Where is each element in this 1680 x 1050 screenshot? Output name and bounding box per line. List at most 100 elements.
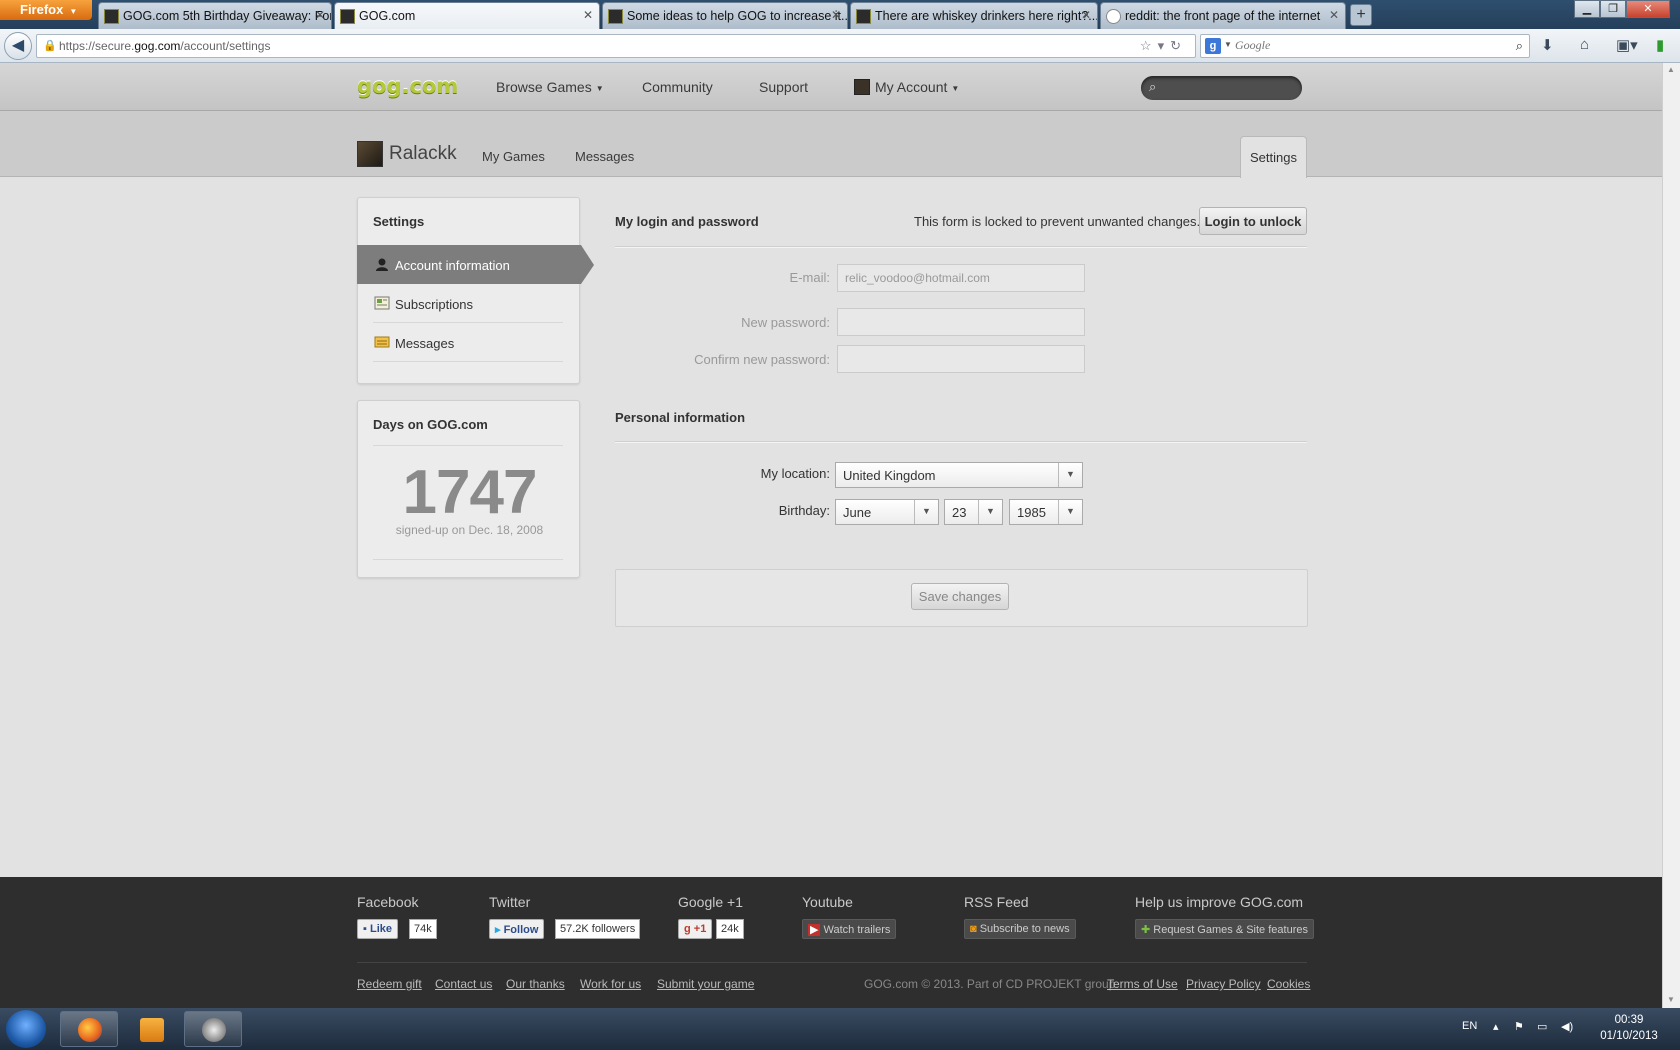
footer-link-our-thanks[interactable]: Our thanks: [506, 977, 565, 991]
login-to-unlock-button[interactable]: Login to unlock: [1199, 207, 1307, 235]
footer-link-work-for-us[interactable]: Work for us: [580, 977, 641, 991]
browser-search-box[interactable]: g ▼ ⌕: [1200, 34, 1530, 58]
url-path: /account/settings: [180, 39, 271, 53]
google-engine-icon[interactable]: g: [1205, 38, 1221, 54]
location-select[interactable]: United Kingdom ▼: [835, 462, 1083, 488]
signal-bars-icon[interactable]: ▮: [1656, 36, 1664, 54]
home-icon[interactable]: ⌂: [1580, 36, 1589, 53]
firefox-menu-button[interactable]: Firefox ▼: [0, 0, 92, 20]
show-hidden-icons-icon[interactable]: ▴: [1493, 1020, 1499, 1033]
divider: [373, 445, 563, 446]
user-avatar[interactable]: [357, 141, 383, 167]
address-bar[interactable]: 🔒 https://secure.gog.com/account/setting…: [36, 34, 1196, 58]
bookmark-star-icon[interactable]: ☆▾↻: [1140, 38, 1187, 54]
browser-search-input[interactable]: [1235, 38, 1505, 53]
gog-logo[interactable]: gog.com: [357, 74, 458, 98]
windows-start-button[interactable]: [6, 1010, 46, 1048]
google-plus-one-button[interactable]: g +1: [678, 919, 713, 939]
subnav-messages[interactable]: Messages: [575, 149, 634, 164]
maximize-window-button[interactable]: ❐: [1600, 0, 1626, 18]
site-footer: Facebook ▪ Like 74k Twitter ▸ Follow 57.…: [0, 877, 1662, 1008]
username[interactable]: Ralackk: [389, 143, 457, 165]
sidebar-item-account-information[interactable]: Account information: [357, 245, 594, 284]
tab-settings[interactable]: Settings: [1240, 136, 1307, 178]
media-player-icon: [140, 1018, 164, 1042]
language-indicator[interactable]: EN: [1462, 1020, 1477, 1032]
minimize-window-button[interactable]: ▁: [1574, 0, 1600, 18]
back-arrow-icon[interactable]: ◀: [4, 32, 32, 60]
bookmarks-menu-icon[interactable]: ▣▾: [1616, 36, 1638, 54]
nav-support[interactable]: Support: [759, 79, 808, 95]
browser-tab[interactable]: reddit: the front page of the internet ✕: [1100, 2, 1346, 29]
footer-link-terms[interactable]: Terms of Use: [1107, 977, 1178, 991]
footer-link-cookies[interactable]: Cookies: [1267, 977, 1310, 991]
network-icon[interactable]: ▭: [1537, 1020, 1547, 1033]
close-tab-icon[interactable]: ✕: [1329, 8, 1339, 22]
nav-my-account[interactable]: My Account ▼: [854, 79, 959, 95]
new-tab-button[interactable]: +: [1350, 4, 1372, 26]
taskbar-firefox[interactable]: [60, 1011, 118, 1047]
email-field[interactable]: relic_voodoo@hotmail.com: [837, 264, 1085, 292]
close-tab-icon[interactable]: ✕: [583, 8, 593, 22]
scroll-up-icon[interactable]: ▲: [1667, 65, 1675, 74]
tab-title: reddit: the front page of the internet: [1125, 9, 1321, 23]
browser-tab-active[interactable]: GOG.com ✕: [334, 2, 600, 29]
chevron-down-icon[interactable]: ▼: [1224, 40, 1232, 49]
taskbar-steam[interactable]: [184, 1011, 242, 1047]
tab-title: Some ideas to help GOG to increase it...: [627, 9, 848, 23]
nav-browse-label: Browse Games: [496, 79, 592, 95]
copyright: GOG.com © 2013. Part of CD PROJEKT group…: [864, 977, 1119, 991]
close-tab-icon[interactable]: ✕: [1081, 8, 1091, 22]
footer-link-contact-us[interactable]: Contact us: [435, 977, 492, 991]
request-label: Request Games & Site features: [1153, 924, 1308, 936]
facebook-heading: Facebook: [357, 894, 419, 910]
browser-tab[interactable]: GOG.com 5th Birthday Giveaway: For... ✕: [98, 2, 332, 29]
birth-month-select[interactable]: June ▼: [835, 499, 939, 525]
close-tab-icon[interactable]: ✕: [315, 8, 325, 22]
page-scrollbar[interactable]: ▲ ▼: [1662, 63, 1680, 1008]
new-password-field[interactable]: [837, 308, 1085, 336]
facebook-like-button[interactable]: ▪ Like: [357, 919, 398, 939]
clock-date: 01/10/2013: [1600, 1030, 1658, 1042]
taskbar-media-player[interactable]: [122, 1011, 180, 1047]
windows-taskbar: EN ▴ ⚑ ▭ ◀) 00:39 01/10/2013: [0, 1008, 1680, 1050]
download-icon[interactable]: ⬇: [1541, 36, 1554, 54]
search-icon[interactable]: ⌕: [1516, 38, 1523, 54]
save-changes-button[interactable]: Save changes: [911, 583, 1009, 610]
sidebar-item-messages[interactable]: Messages: [373, 323, 563, 362]
footer-link-privacy[interactable]: Privacy Policy: [1186, 977, 1261, 991]
close-tab-icon[interactable]: ✕: [831, 8, 841, 22]
url-domain: gog.com: [134, 39, 181, 53]
scroll-down-icon[interactable]: ▼: [1667, 995, 1675, 1004]
footer-link-redeem-gift[interactable]: Redeem gift: [357, 977, 422, 991]
browser-tab[interactable]: Some ideas to help GOG to increase it...…: [602, 2, 848, 29]
subscribe-news-button[interactable]: ◙ Subscribe to news: [964, 919, 1076, 939]
system-clock[interactable]: 00:39 01/10/2013: [1594, 1012, 1664, 1044]
chevron-down-icon: ▼: [1058, 463, 1082, 487]
sidebar-item-label: Subscriptions: [395, 297, 474, 312]
subnav-my-games[interactable]: My Games: [482, 149, 545, 164]
sidebar-item-label: Account information: [395, 258, 510, 273]
birth-month-value: June: [843, 505, 872, 520]
twitter-follow-button[interactable]: ▸ Follow: [489, 919, 545, 939]
nav-community[interactable]: Community: [642, 79, 713, 95]
close-window-button[interactable]: ✕: [1626, 0, 1670, 18]
birth-year-select[interactable]: 1985 ▼: [1009, 499, 1083, 525]
gog-favicon-icon: [856, 9, 871, 24]
watch-trailers-button[interactable]: ▶ Watch trailers: [802, 919, 897, 939]
login-section-heading: My login and password: [615, 214, 759, 229]
site-search-input[interactable]: ⌕: [1141, 76, 1302, 100]
google-count: 24k: [716, 919, 744, 939]
sidebar-item-subscriptions[interactable]: Subscriptions: [373, 284, 563, 323]
volume-icon[interactable]: ◀): [1561, 1020, 1573, 1033]
action-center-flag-icon[interactable]: ⚑: [1514, 1020, 1524, 1033]
browser-tab[interactable]: There are whiskey drinkers here right?..…: [850, 2, 1098, 29]
nav-browse-games[interactable]: Browse Games ▼: [496, 79, 604, 95]
chevron-down-icon: ▼: [978, 500, 1002, 524]
watch-trailers-label: Watch trailers: [823, 924, 891, 936]
request-games-button[interactable]: ✚ Request Games & Site features: [1135, 919, 1314, 939]
divider: [615, 246, 1307, 248]
footer-link-submit-game[interactable]: Submit your game: [657, 977, 754, 991]
confirm-password-field[interactable]: [837, 345, 1085, 373]
birth-day-select[interactable]: 23 ▼: [944, 499, 1003, 525]
